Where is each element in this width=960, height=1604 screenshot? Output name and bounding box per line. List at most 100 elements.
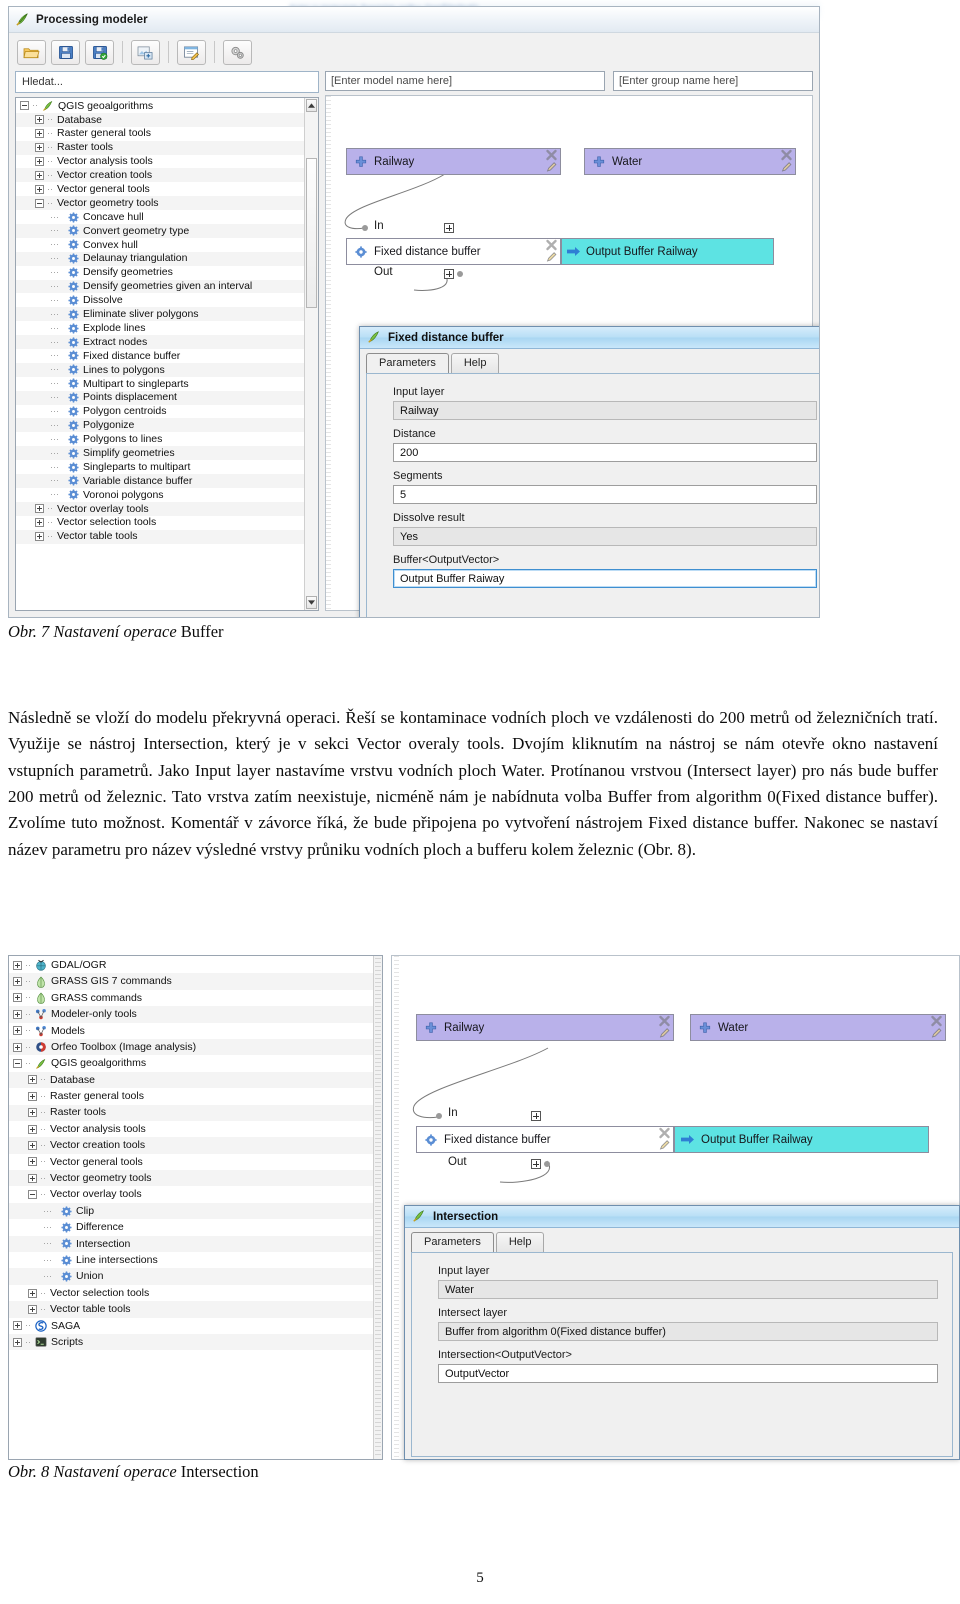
algorithms-tree[interactable]: ·· QGIS geoalgorithms ·· Database ·· Raster g… bbox=[15, 97, 319, 611]
run-model-button[interactable] bbox=[223, 39, 252, 65]
tree-item-line-intersections[interactable]: ··· Line intersections bbox=[9, 1252, 373, 1268]
scroll-down-arrow[interactable] bbox=[306, 596, 317, 609]
edit-help-button[interactable] bbox=[177, 39, 206, 65]
toolbox-tree-scrollbar[interactable] bbox=[373, 956, 382, 1459]
tree-item-points-displacement[interactable]: ··· Points displacement bbox=[16, 390, 304, 405]
tree-item-fixed-distance-buffer[interactable]: ··· Fixed distance buffer bbox=[16, 349, 304, 363]
parameter-combobox[interactable]: Buffer from algorithm 0(Fixed distance b… bbox=[438, 1322, 938, 1341]
tree-item-orfeo-toolbox-image-analysis[interactable]: ·· Orfeo Toolbox (Image analysis) bbox=[9, 1038, 373, 1056]
group-name-input[interactable]: [Enter group name here] bbox=[613, 71, 813, 91]
tree-item-intersection[interactable]: ··· Intersection bbox=[9, 1235, 373, 1253]
collapse-icon[interactable] bbox=[13, 1059, 22, 1069]
tree-item-raster-general-tools[interactable]: ·· Raster general tools bbox=[9, 1088, 373, 1104]
expand-icon[interactable] bbox=[13, 960, 22, 970]
tree-item-grass-gis-7-commands[interactable]: ·· GRASS GIS 7 commands bbox=[9, 973, 373, 990]
parameter-input[interactable]: OutputVector bbox=[438, 1364, 938, 1383]
expand-icon[interactable] bbox=[35, 518, 44, 528]
model-node-output-buffer-railway[interactable]: Output Buffer Railway bbox=[674, 1126, 929, 1153]
expand-icon[interactable] bbox=[13, 993, 22, 1003]
tree-item-convex-hull[interactable]: ··· Convex hull bbox=[16, 238, 304, 252]
tree-item-qgis-geoalgorithms[interactable]: ·· QGIS geoalgorithms bbox=[9, 1055, 373, 1071]
tree-item-dissolve[interactable]: ··· Dissolve bbox=[16, 293, 304, 307]
expand-icon[interactable] bbox=[35, 184, 44, 194]
model-node-railway[interactable]: Railway bbox=[416, 1014, 674, 1041]
expand-icon[interactable] bbox=[28, 1108, 37, 1118]
parameter-input[interactable]: 200 bbox=[393, 443, 817, 462]
close-icon[interactable] bbox=[658, 1127, 671, 1139]
tab-help[interactable]: Help bbox=[450, 353, 500, 373]
expand-icon[interactable] bbox=[35, 157, 44, 166]
tree-item-vector-creation-tools[interactable]: ·· Vector creation tools bbox=[16, 168, 304, 183]
expand-icon[interactable] bbox=[35, 115, 44, 125]
tab-parameters[interactable]: Parameters bbox=[411, 1232, 494, 1252]
in-port-expand-icon[interactable] bbox=[531, 1111, 541, 1121]
scroll-thumb[interactable] bbox=[306, 158, 317, 308]
tree-item-vector-overlay-tools[interactable]: ·· Vector overlay tools bbox=[9, 1186, 373, 1202]
tree-item-vector-table-tools[interactable]: ·· Vector table tools bbox=[16, 529, 304, 544]
tree-item-gdal-ogr[interactable]: ·· GDAL/OGR bbox=[9, 957, 373, 973]
tree-item-grass-commands[interactable]: ·· GRASS commands bbox=[9, 990, 373, 1006]
tree-item-vector-general-tools[interactable]: ·· Vector general tools bbox=[16, 182, 304, 196]
save-model-as-button[interactable] bbox=[85, 39, 114, 65]
tree-scrollbar[interactable] bbox=[304, 98, 318, 610]
parameter-combobox[interactable]: Water bbox=[438, 1280, 938, 1299]
expand-icon[interactable] bbox=[13, 1026, 22, 1036]
tree-item-vector-analysis-tools[interactable]: ·· Vector analysis tools bbox=[16, 155, 304, 169]
tree-item-polygon-centroids[interactable]: ··· Polygon centroids bbox=[16, 405, 304, 419]
expand-icon[interactable] bbox=[28, 1173, 37, 1183]
expand-icon[interactable] bbox=[35, 532, 44, 542]
expand-icon[interactable] bbox=[28, 1091, 37, 1101]
tree-item-raster-tools[interactable]: ·· Raster tools bbox=[9, 1104, 373, 1121]
in-port-expand-icon[interactable] bbox=[444, 223, 454, 233]
expand-icon[interactable] bbox=[13, 1321, 22, 1331]
collapse-icon[interactable] bbox=[28, 1190, 37, 1200]
expand-icon[interactable] bbox=[35, 504, 44, 514]
close-icon[interactable] bbox=[930, 1015, 943, 1027]
expand-icon[interactable] bbox=[35, 129, 44, 139]
algorithms-tree-rows[interactable]: ·· QGIS geoalgorithms ·· Database ·· Raster g… bbox=[16, 98, 304, 610]
tree-item-variable-distance-buffer[interactable]: ··· Variable distance buffer bbox=[16, 474, 304, 488]
tree-item-scripts[interactable]: ·· Scripts bbox=[9, 1333, 373, 1351]
out-port-expand-icon[interactable] bbox=[444, 269, 454, 279]
edit-pencil-icon[interactable] bbox=[658, 1139, 671, 1151]
model-node-output-buffer-railway[interactable]: Output Buffer Railway bbox=[561, 238, 774, 265]
tree-item-vector-selection-tools[interactable]: ·· Vector selection tools bbox=[16, 516, 304, 530]
tree-item-extract-nodes[interactable]: ··· Extract nodes bbox=[16, 335, 304, 350]
fixed-distance-buffer-dialog[interactable]: Fixed distance buffer Parameters Help In… bbox=[359, 326, 819, 617]
edit-pencil-icon[interactable] bbox=[780, 161, 793, 173]
close-icon[interactable] bbox=[658, 1015, 671, 1027]
model-node-railway[interactable]: Railway bbox=[346, 148, 561, 175]
expand-icon[interactable] bbox=[13, 1337, 22, 1347]
tree-item-vector-creation-tools[interactable]: ·· Vector creation tools bbox=[9, 1137, 373, 1154]
parameter-combobox[interactable]: Railway bbox=[393, 401, 817, 420]
tree-item-densify-geometries[interactable]: ··· Densify geometries bbox=[16, 266, 304, 280]
tree-item-saga[interactable]: ·· SAGA bbox=[9, 1318, 373, 1334]
save-model-button[interactable] bbox=[51, 39, 80, 65]
out-port-expand-icon[interactable] bbox=[531, 1159, 541, 1169]
tree-item-concave-hull[interactable]: ··· Concave hull bbox=[16, 210, 304, 224]
tree-item-clip[interactable]: ··· Clip bbox=[9, 1202, 373, 1220]
tree-item-modeler-only-tools[interactable]: ·· Modeler-only tools bbox=[9, 1006, 373, 1023]
edit-pencil-icon[interactable] bbox=[545, 161, 558, 173]
tree-item-vector-overlay-tools[interactable]: ·· Vector overlay tools bbox=[16, 501, 304, 516]
close-icon[interactable] bbox=[545, 149, 558, 161]
expand-icon[interactable] bbox=[28, 1288, 37, 1298]
tree-item-polygonize[interactable]: ··· Polygonize bbox=[16, 418, 304, 433]
edit-pencil-icon[interactable] bbox=[930, 1027, 943, 1039]
tree-item-simplify-geometries[interactable]: ··· Simplify geometries bbox=[16, 446, 304, 461]
tree-item-eliminate-sliver-polygons[interactable]: ··· Eliminate sliver polygons bbox=[16, 307, 304, 322]
expand-icon[interactable] bbox=[28, 1140, 37, 1150]
expand-icon[interactable] bbox=[28, 1304, 37, 1314]
collapse-icon[interactable] bbox=[35, 198, 44, 208]
tree-item-difference[interactable]: ··· Difference bbox=[9, 1219, 373, 1235]
expand-icon[interactable] bbox=[13, 1009, 22, 1019]
tree-item-database[interactable]: ·· Database bbox=[9, 1071, 373, 1089]
tree-item-multipart-to-singleparts[interactable]: ··· Multipart to singleparts bbox=[16, 377, 304, 391]
collapse-icon[interactable] bbox=[20, 101, 29, 111]
tab-parameters[interactable]: Parameters bbox=[366, 353, 449, 373]
open-model-button[interactable] bbox=[17, 39, 46, 65]
close-icon[interactable] bbox=[545, 239, 558, 251]
expand-icon[interactable] bbox=[28, 1075, 37, 1085]
tree-item-vector-table-tools[interactable]: ·· Vector table tools bbox=[9, 1301, 373, 1318]
expand-icon[interactable] bbox=[13, 1042, 22, 1052]
